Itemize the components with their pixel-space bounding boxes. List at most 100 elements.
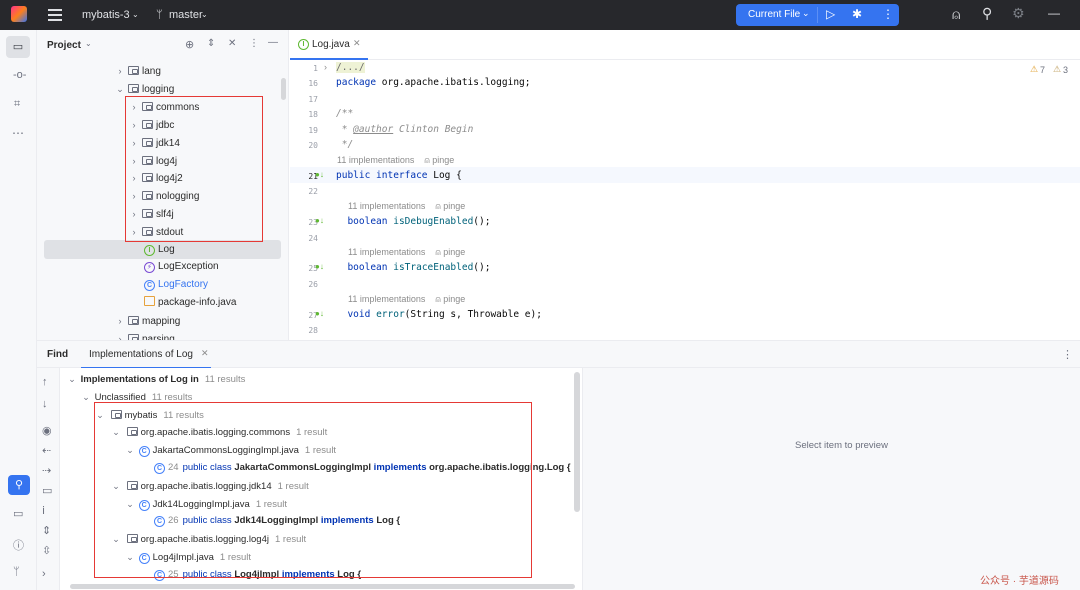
implementations-gutter-icon[interactable]: ●↓ bbox=[315, 170, 324, 179]
code-line-istraceenabled[interactable]: boolean isTraceEnabled(); bbox=[336, 262, 490, 273]
app-logo-icon[interactable] bbox=[11, 6, 27, 22]
code-line-isdebugenabled[interactable]: boolean isDebugEnabled(); bbox=[336, 216, 490, 227]
run-config-selector[interactable]: Current File bbox=[748, 9, 800, 20]
line-number: 1 bbox=[313, 64, 318, 73]
problems-tool-icon[interactable]: ⓘ bbox=[13, 537, 24, 553]
project-chevron-down-icon[interactable]: ⌄ bbox=[132, 10, 139, 19]
implementations-gutter-icon[interactable]: ●↓ bbox=[315, 309, 324, 318]
line-number: 16 bbox=[308, 79, 318, 88]
find-options-icon[interactable]: ⋮ bbox=[1062, 348, 1073, 361]
project-tool-icon[interactable]: ▭ bbox=[6, 36, 30, 58]
line-number: 19 bbox=[308, 126, 318, 135]
branch-icon: ᛘ bbox=[156, 9, 163, 21]
title-bar: mybatis-3 ⌄ ᛘ master ⌄ Current File ⌄ ▷ … bbox=[0, 0, 1080, 30]
tab-implementations-of-log[interactable]: Implementations of Log ✕ bbox=[81, 341, 211, 369]
more-actions-icon[interactable]: ⋮ bbox=[882, 7, 894, 21]
find-panel-header: Find Implementations of Log ✕ ⋮ bbox=[37, 340, 1080, 369]
results-scrollbar[interactable] bbox=[574, 372, 580, 512]
fold-chevron-icon[interactable]: › bbox=[324, 62, 327, 72]
run-icon[interactable]: ▷ bbox=[826, 7, 835, 21]
package-folder-icon bbox=[128, 66, 139, 75]
previous-occurrence-icon[interactable]: ↑ bbox=[42, 376, 48, 388]
chevron-right-icon[interactable]: › bbox=[114, 62, 126, 80]
code-line-doc-start[interactable]: /** bbox=[336, 108, 353, 119]
interface-icon: I bbox=[144, 245, 155, 256]
preview-eye-icon[interactable]: ◉ bbox=[42, 424, 52, 437]
implementations-gutter-icon[interactable]: ●↓ bbox=[315, 262, 324, 271]
code-line-doc-author[interactable]: * @author Clinton Begin bbox=[336, 124, 474, 135]
tab-log-java[interactable]: I Log.java ✕ bbox=[290, 30, 368, 60]
collapse-all-icon[interactable]: ✕ bbox=[228, 38, 236, 49]
main-menu-icon[interactable] bbox=[48, 7, 62, 21]
project-switcher[interactable]: mybatis-3 bbox=[82, 9, 130, 21]
implementations-gutter-icon[interactable]: ●↓ bbox=[315, 216, 324, 225]
code-line-folded-header[interactable]: /.../ bbox=[336, 62, 365, 73]
tree-item-log[interactable]: I Log bbox=[144, 241, 175, 259]
git-tool-icon[interactable]: ᛘ bbox=[13, 566, 20, 578]
settings-gear-icon[interactable]: ⚙ bbox=[1012, 5, 1025, 22]
tree-item-logfactory[interactable]: C LogFactory bbox=[144, 276, 208, 294]
chevron-down-icon[interactable]: ⌄ bbox=[66, 370, 78, 388]
code-line-interface[interactable]: public interface Log { bbox=[336, 170, 462, 181]
run-config-chevron-icon[interactable]: ⌄ bbox=[802, 8, 810, 19]
code-line-error[interactable]: void error(String s, Throwable e); bbox=[336, 309, 542, 320]
branch-switcher[interactable]: master bbox=[169, 9, 203, 21]
code-line-doc-end[interactable]: */ bbox=[336, 139, 353, 150]
project-panel-chevron-icon[interactable]: ⌄ bbox=[85, 39, 92, 48]
hide-panel-icon[interactable]: — bbox=[268, 37, 278, 48]
info-icon[interactable]: ⅰ bbox=[42, 504, 45, 517]
tree-item-package-info[interactable]: package-info.java bbox=[144, 294, 236, 312]
code-line-package[interactable]: package org.apache.ibatis.logging; bbox=[336, 77, 530, 88]
inlay-hint-implementations[interactable]: 11 implementations ⍝ pinge bbox=[348, 294, 465, 305]
close-tab-icon[interactable]: ✕ bbox=[353, 38, 361, 49]
tree-item-lang[interactable]: › lang bbox=[114, 62, 161, 80]
line-number: 23 bbox=[308, 218, 318, 227]
next-occurrence-icon[interactable]: ↓ bbox=[42, 398, 48, 410]
commit-tool-icon[interactable]: -o- bbox=[13, 69, 26, 81]
rerun-icon[interactable]: ⇠ bbox=[42, 444, 51, 457]
account-icon[interactable]: ⍝ bbox=[952, 6, 960, 23]
close-tab-icon[interactable]: ✕ bbox=[201, 348, 209, 359]
inlay-hint-implementations[interactable]: 11 implementations ⍝ pinge bbox=[348, 201, 465, 212]
class-icon: C bbox=[144, 280, 155, 291]
line-number: 17 bbox=[308, 95, 318, 104]
tree-item-mapping[interactable]: › mapping bbox=[114, 312, 180, 330]
more-tools-chevron-icon[interactable]: › bbox=[42, 568, 46, 580]
structure-tool-icon[interactable]: ⌗ bbox=[14, 98, 20, 111]
inlay-hint-implementations[interactable]: 11 implementations ⍝ pinge bbox=[348, 247, 465, 258]
preview-placeholder: Select item to preview bbox=[795, 440, 888, 451]
terminal-tool-icon[interactable]: ▭ bbox=[13, 507, 23, 520]
branch-chevron-down-icon[interactable]: ⌄ bbox=[201, 10, 208, 19]
find-tool-icon[interactable]: ⚲ bbox=[8, 475, 30, 495]
run-toolbar: Current File ⌄ ▷ ✱ ⋮ bbox=[736, 4, 899, 26]
highlight-box-implementations bbox=[94, 402, 532, 578]
window-minimize-icon[interactable]: — bbox=[1048, 6, 1060, 20]
scrollbar-thumb[interactable] bbox=[281, 78, 286, 100]
horizontal-scrollbar[interactable] bbox=[70, 584, 575, 589]
export-icon[interactable]: ⇢ bbox=[42, 464, 51, 477]
result-root[interactable]: ⌄ Implementations of Log in 11 results bbox=[66, 370, 245, 388]
search-everywhere-icon[interactable]: ⚲ bbox=[982, 5, 992, 22]
project-panel-title[interactable]: Project bbox=[47, 40, 81, 51]
line-number: 28 bbox=[308, 326, 318, 335]
more-tools-icon[interactable]: ⋯ bbox=[12, 126, 24, 140]
interface-icon: I bbox=[298, 39, 309, 50]
locate-file-icon[interactable]: ⊕ bbox=[185, 38, 194, 51]
watermark: 公众号 · 芋道源码 bbox=[980, 576, 1059, 587]
chevron-right-icon[interactable]: › bbox=[114, 312, 126, 330]
left-tool-strip: ▭ -o- ⌗ ⋯ ⚲ ▭ ⓘ ᛘ bbox=[0, 30, 37, 590]
java-file-icon bbox=[144, 296, 155, 306]
line-number: 18 bbox=[308, 110, 318, 119]
chevron-down-icon[interactable]: ⌄ bbox=[80, 388, 92, 406]
inlay-hint-implementations[interactable]: 11 implementations ⍝ pinge bbox=[337, 155, 454, 166]
collapse-all-icon[interactable]: ⇳ bbox=[42, 544, 51, 557]
debug-icon[interactable]: ✱ bbox=[852, 7, 862, 21]
chevron-right-icon[interactable]: › bbox=[114, 330, 126, 340]
tree-item-logexception[interactable]: ⚡ LogException bbox=[144, 258, 219, 276]
expand-all-icon[interactable]: ⇕ bbox=[207, 38, 215, 49]
expand-all-icon[interactable]: ⇕ bbox=[42, 524, 51, 537]
panel-options-icon[interactable]: ⋮ bbox=[249, 38, 259, 49]
tree-item-parsing[interactable]: › parsing bbox=[114, 330, 175, 340]
group-by-directory-icon[interactable]: ▭ bbox=[42, 484, 52, 497]
highlight-box-subpackages bbox=[125, 96, 263, 242]
